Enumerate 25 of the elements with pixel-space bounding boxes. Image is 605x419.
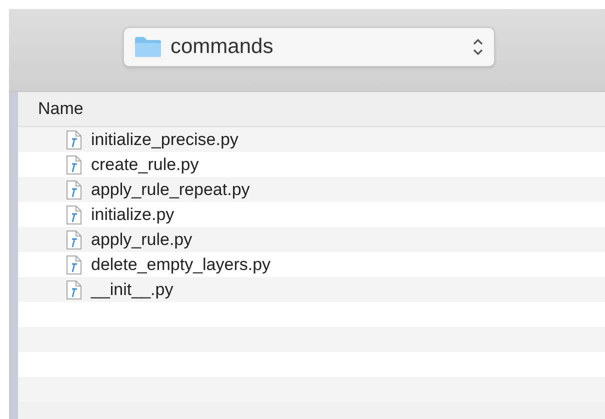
python-file-icon: [66, 254, 82, 274]
file-row[interactable]: initialize.py: [18, 202, 605, 227]
file-name: create_rule.py: [91, 154, 199, 176]
python-file-icon: [66, 154, 82, 174]
file-name: initialize_precise.py: [91, 128, 238, 151]
file-row[interactable]: delete_empty_layers.py: [18, 252, 605, 277]
file-name: apply_rule_repeat.py: [91, 178, 250, 201]
location-popup[interactable]: commands: [122, 27, 494, 67]
file-name: delete_empty_layers.py: [91, 254, 271, 276]
file-row[interactable]: apply_rule_repeat.py: [18, 177, 605, 202]
python-file-icon: [66, 230, 82, 250]
file-row[interactable]: initialize_precise.py: [18, 127, 605, 152]
python-file-icon: [66, 180, 82, 200]
file-name: initialize.py: [91, 204, 174, 226]
file-name: __init__.py: [91, 278, 174, 301]
file-row[interactable]: apply_rule.py: [18, 227, 605, 252]
python-file-icon: [66, 204, 82, 224]
python-file-icon: [66, 280, 82, 300]
file-row[interactable]: __init__.py: [18, 277, 605, 302]
file-row[interactable]: create_rule.py: [18, 152, 605, 177]
column-header[interactable]: Name: [38, 96, 84, 122]
up-down-chevron-icon: [472, 37, 484, 57]
file-name: apply_rule.py: [91, 228, 192, 251]
python-file-icon: [66, 130, 82, 150]
folder-icon: [134, 36, 162, 58]
